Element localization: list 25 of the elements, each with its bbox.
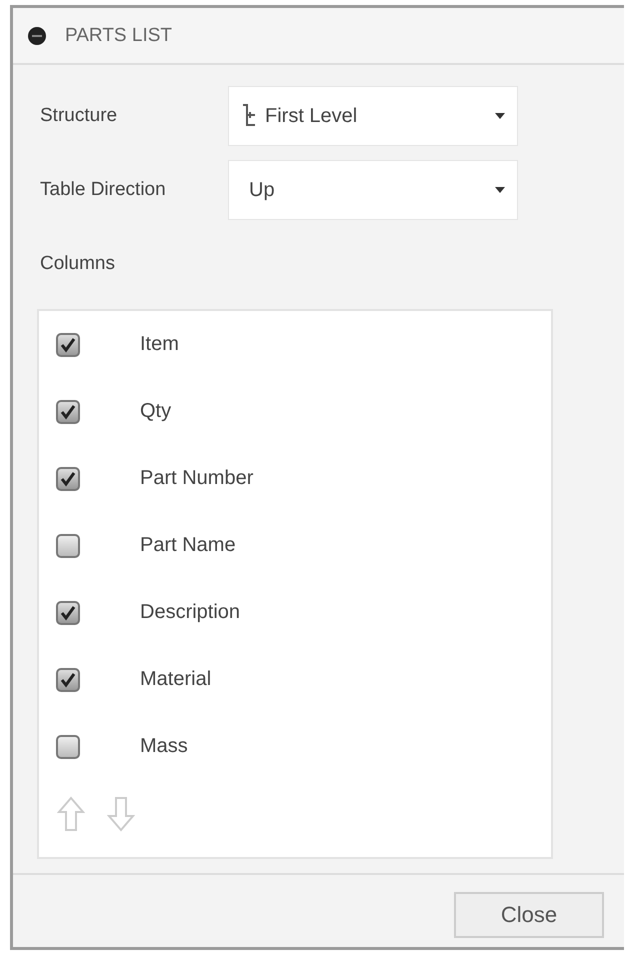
- column-label: Qty: [140, 400, 172, 423]
- dropdown-caret-icon: [495, 187, 505, 193]
- checkbox[interactable]: [56, 466, 80, 490]
- close-button[interactable]: Close: [454, 892, 604, 938]
- collapse-icon[interactable]: [27, 26, 47, 46]
- column-label: Part Name: [140, 534, 236, 557]
- column-label: Mass: [140, 735, 188, 758]
- checkbox[interactable]: [56, 734, 80, 758]
- column-label: Part Number: [140, 467, 254, 490]
- column-label: Item: [140, 333, 179, 356]
- dialog-title: PARTS LIST: [65, 24, 172, 46]
- columns-heading: Columns: [40, 253, 116, 275]
- tree-icon: [241, 103, 257, 129]
- dropdown-caret-icon: [495, 113, 505, 119]
- column-label: Material: [140, 668, 212, 691]
- checkbox[interactable]: [56, 534, 80, 558]
- dropdown[interactable]: Up: [228, 160, 518, 220]
- field-label: Structure: [39, 105, 118, 127]
- field-label: Table Direction: [39, 179, 167, 201]
- checkbox[interactable]: [56, 332, 80, 356]
- column-label: Description: [140, 601, 240, 624]
- checkbox[interactable]: [56, 400, 80, 424]
- dropdown[interactable]: First Level: [228, 86, 518, 146]
- checkbox[interactable]: [56, 600, 80, 624]
- checkbox[interactable]: [56, 668, 80, 692]
